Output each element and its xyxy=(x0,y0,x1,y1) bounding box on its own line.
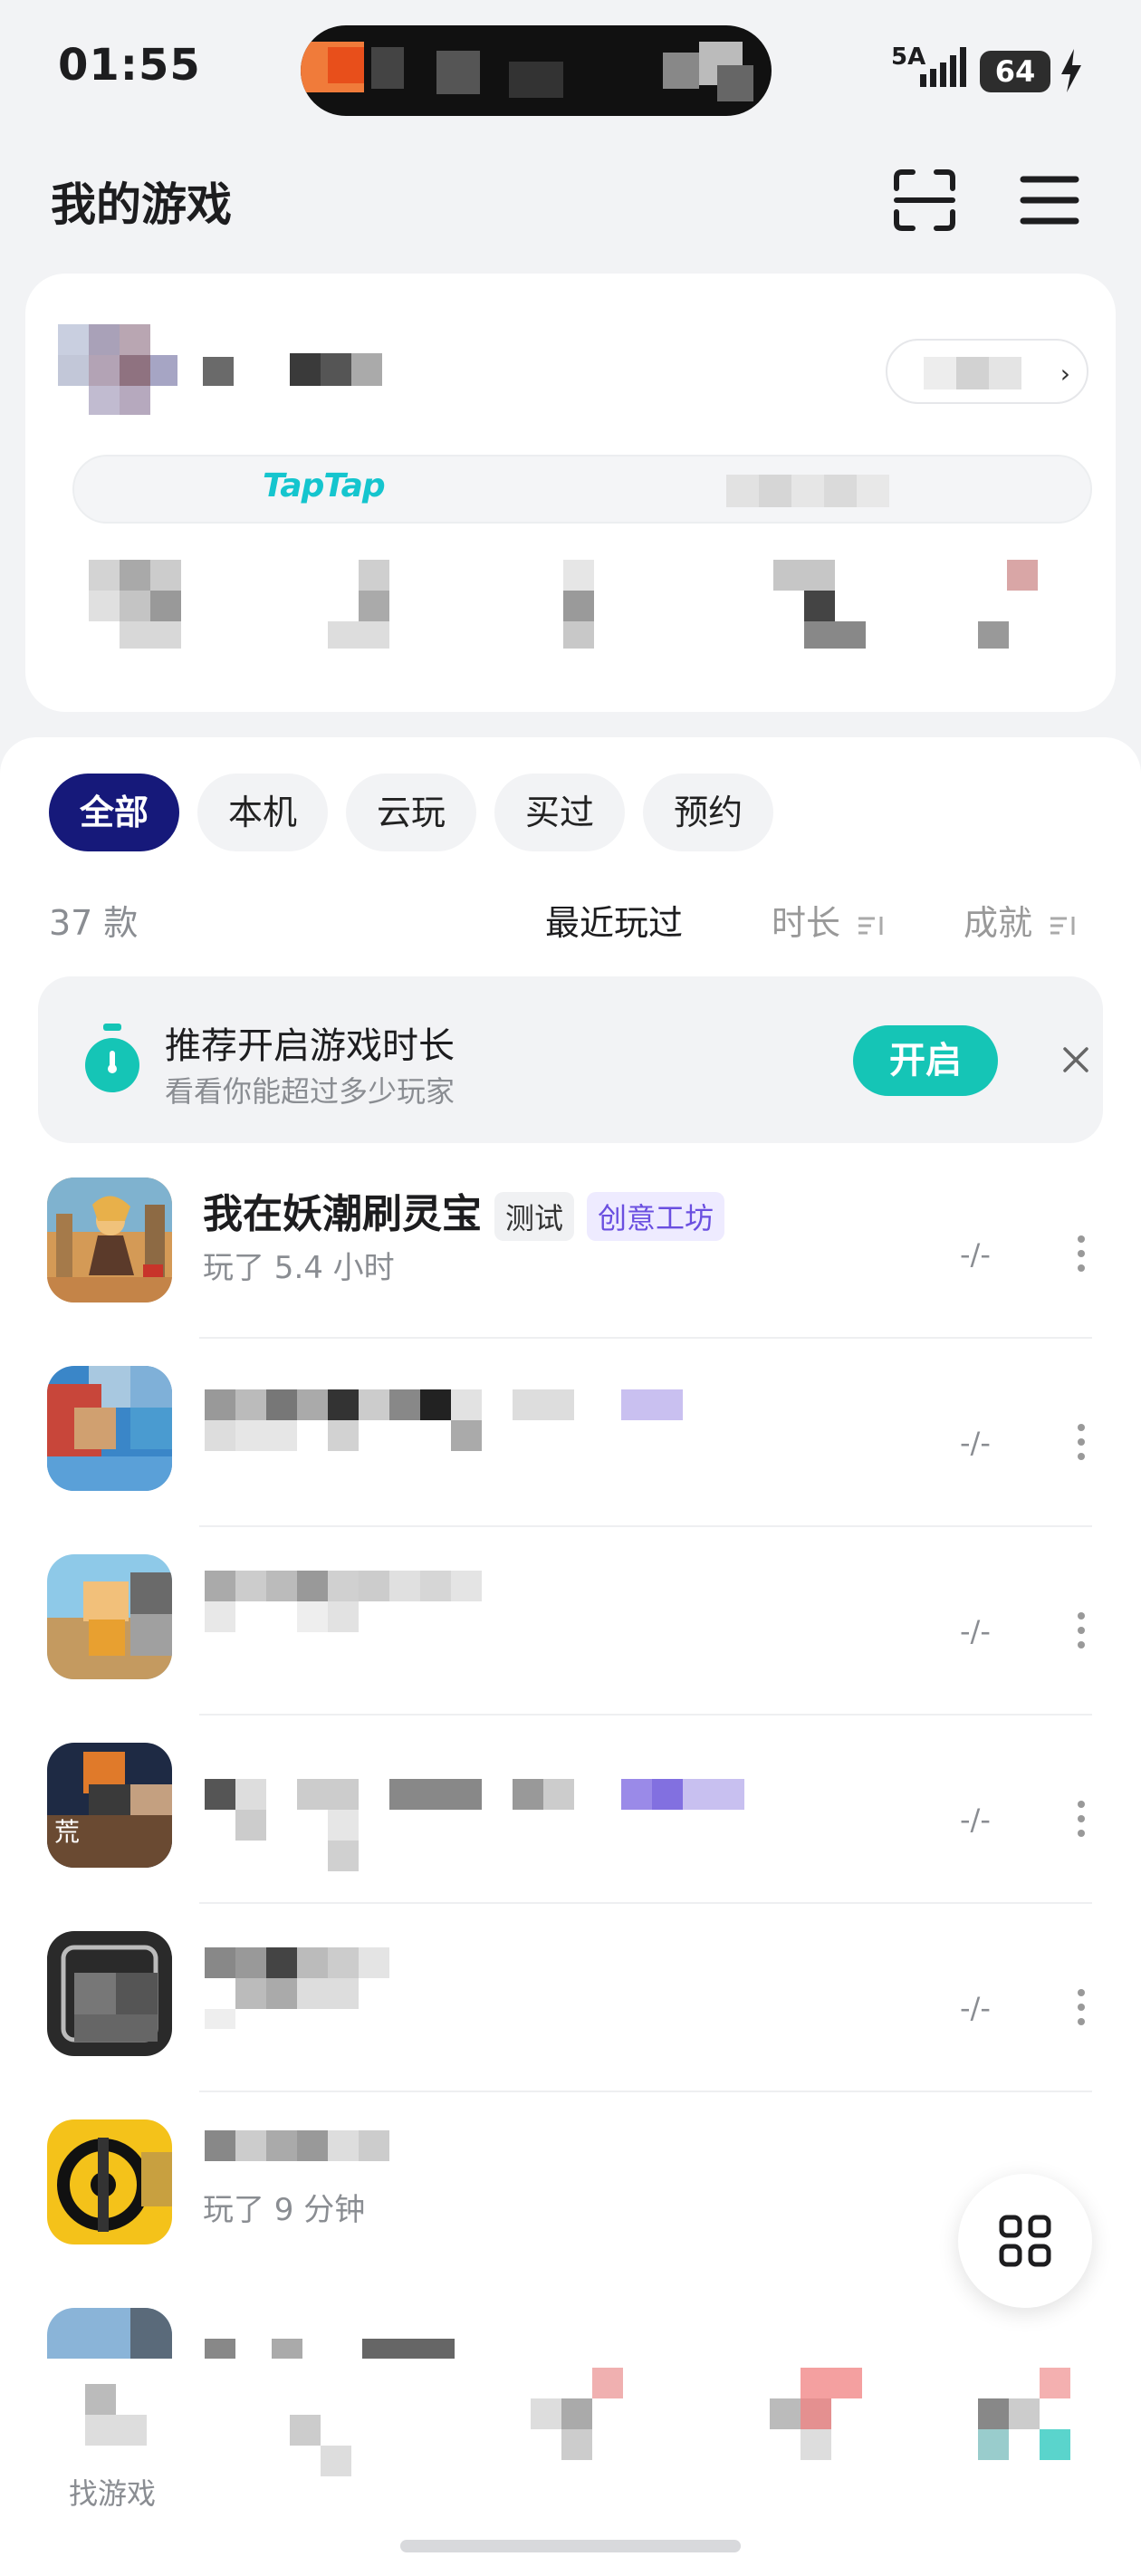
sort-achievement-label: 成就 xyxy=(964,903,1033,943)
game-row[interactable]: 荒 -/- xyxy=(0,1716,1141,1904)
nav-label-find-games: 找游戏 xyxy=(69,2476,157,2511)
tab-purchased[interactable]: 买过 xyxy=(494,774,626,851)
game-row[interactable]: -/- xyxy=(0,1527,1141,1716)
stopwatch-icon xyxy=(85,1024,139,1092)
game-icon xyxy=(47,1366,172,1491)
game-score: -/- xyxy=(960,1614,991,1648)
tab-cloud[interactable]: 云玩 xyxy=(346,774,477,851)
more-icon[interactable] xyxy=(1072,1987,1090,2027)
game-title-blurred xyxy=(205,1947,567,2029)
game-playtime: 玩了 5.4 小时 xyxy=(203,1250,395,1286)
more-icon[interactable] xyxy=(1072,1422,1090,1462)
home-indicator xyxy=(400,2540,741,2552)
nav-item-3[interactable] xyxy=(531,2368,630,2504)
menu-icon[interactable] xyxy=(1020,172,1079,228)
tag-test: 测试 xyxy=(494,1192,575,1241)
charging-icon xyxy=(1061,49,1081,92)
game-title-blurred xyxy=(205,1779,766,1871)
filter-tabs: 全部 本机 云玩 买过 预约 xyxy=(49,774,774,851)
game-score: -/- xyxy=(960,1237,991,1272)
game-row[interactable]: -/- xyxy=(0,1339,1141,1527)
game-playtime: 玩了 9 分钟 xyxy=(203,2192,366,2228)
promo-title: 推荐开启游戏时长 xyxy=(165,1025,455,1067)
game-title-text: 我在妖潮刷灵宝 xyxy=(203,1191,482,1237)
game-score: -/- xyxy=(960,1991,991,2025)
tab-all[interactable]: 全部 xyxy=(49,774,180,851)
game-score: -/- xyxy=(960,1426,991,1460)
game-icon xyxy=(47,1177,172,1302)
grid-icon xyxy=(999,2215,1051,2267)
game-row-partial[interactable] xyxy=(0,2281,1141,2362)
nav-item-2[interactable] xyxy=(290,2384,408,2520)
game-title: 我在妖潮刷灵宝 测试 创意工坊 xyxy=(203,1181,725,1241)
sort-duration[interactable]: 时长 xyxy=(772,895,886,945)
game-icon xyxy=(47,1931,172,2056)
profile-action-button[interactable]: › xyxy=(886,339,1088,404)
sort-icon xyxy=(1050,916,1075,935)
status-time: 01:55 xyxy=(58,40,201,91)
nav-item-5[interactable] xyxy=(978,2368,1078,2504)
more-icon[interactable] xyxy=(1072,1234,1090,1274)
sort-duration-label: 时长 xyxy=(772,903,841,943)
game-icon xyxy=(47,1554,172,1679)
chevron-right-icon: › xyxy=(1060,359,1070,389)
game-row[interactable]: -/- xyxy=(0,1904,1141,2092)
enable-playtime-button[interactable]: 开启 xyxy=(853,1025,998,1096)
status-bar: 01:55 5A 64 xyxy=(0,0,1141,136)
dynamic-island xyxy=(301,25,772,116)
username xyxy=(203,353,411,386)
game-row[interactable]: 我在妖潮刷灵宝 测试 创意工坊 玩了 5.4 小时 -/- xyxy=(0,1150,1141,1339)
signal-icon xyxy=(920,47,966,87)
stats-row xyxy=(25,560,1116,650)
sort-recent[interactable]: 最近玩过 xyxy=(545,895,683,945)
game-title-blurred xyxy=(205,1389,766,1462)
game-title-blurred xyxy=(205,2130,476,2167)
promo-subtitle: 看看你能超过多少玩家 xyxy=(165,1074,455,1109)
sort-icon xyxy=(858,916,883,935)
page-title: 我的游戏 xyxy=(51,178,232,231)
avatar[interactable] xyxy=(58,324,177,415)
game-title-blurred xyxy=(205,1571,567,1652)
profile-card[interactable]: › TapTap xyxy=(25,274,1116,712)
tab-local[interactable]: 本机 xyxy=(197,774,329,851)
scan-icon[interactable] xyxy=(893,168,956,232)
game-icon xyxy=(47,2119,172,2244)
game-icon: 荒 xyxy=(47,1743,172,1868)
sort-achievement[interactable]: 成就 xyxy=(964,895,1078,945)
more-icon[interactable] xyxy=(1072,1610,1090,1650)
taptap-id-strip[interactable] xyxy=(72,455,1092,524)
tag-workshop: 创意工坊 xyxy=(587,1192,725,1241)
taptap-logo: TapTap xyxy=(263,467,386,505)
playtime-promo-banner: 推荐开启游戏时长 看看你能超过多少玩家 开启 xyxy=(38,976,1103,1143)
more-icon[interactable] xyxy=(1072,1799,1090,1839)
tab-reserved[interactable]: 预约 xyxy=(643,774,774,851)
svg-text:荒: 荒 xyxy=(54,1817,80,1847)
battery-indicator: 64 xyxy=(980,51,1050,92)
game-count: 37 款 xyxy=(49,903,139,943)
nav-item-4[interactable] xyxy=(770,2368,869,2504)
game-score: -/- xyxy=(960,1802,991,1837)
game-icon xyxy=(47,2308,172,2362)
close-icon[interactable] xyxy=(1058,1042,1094,1078)
grid-view-button[interactable] xyxy=(958,2174,1092,2308)
